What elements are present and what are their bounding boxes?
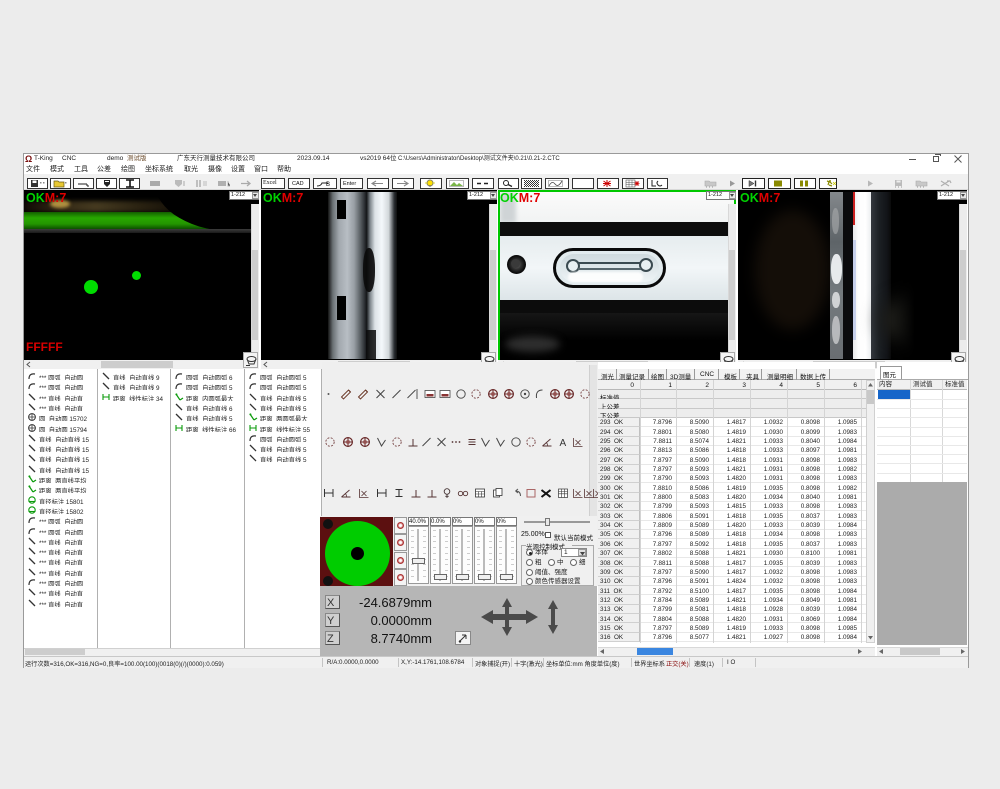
svg-text:X: X xyxy=(327,597,335,609)
svg-text:B: B xyxy=(326,182,330,188)
svg-text:Y: Y xyxy=(327,615,335,627)
svg-text:Z: Z xyxy=(327,633,334,645)
